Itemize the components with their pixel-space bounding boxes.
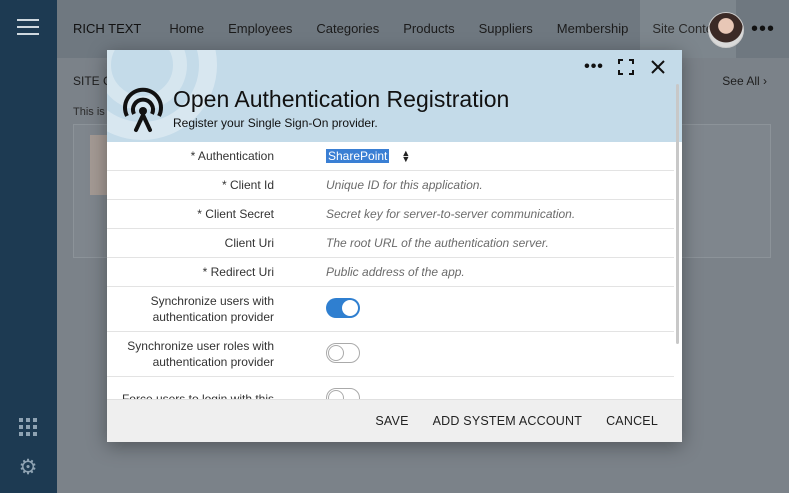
sync-users-toggle[interactable] (326, 297, 360, 318)
more-horizontal-icon[interactable]: ••• (751, 18, 775, 41)
dialog-header: Open Authentication Registration Registe… (107, 50, 682, 142)
form-row-redirect-uri: * Redirect Uri Public address of the app… (107, 258, 674, 287)
sync-users-label: Synchronize users with authentication pr… (150, 294, 274, 324)
redirect-uri-input[interactable]: Public address of the app. (300, 265, 465, 279)
sync-roles-label: Synchronize user roles with authenticati… (127, 339, 274, 369)
left-sidebar: ⚙ (0, 0, 57, 493)
dialog-footer: SAVE ADD SYSTEM ACCOUNT CANCEL (107, 399, 682, 442)
client-id-input[interactable]: Unique ID for this application. (300, 178, 483, 192)
add-system-account-button[interactable]: ADD SYSTEM ACCOUNT (421, 414, 594, 428)
user-avatar[interactable] (708, 12, 744, 48)
form-row-force-login: Force users to login with this (107, 377, 674, 400)
chevron-right-icon: › (763, 74, 767, 88)
form-row-client-id: * Client Id Unique ID for this applicati… (107, 171, 674, 200)
sync-roles-toggle[interactable] (326, 342, 360, 363)
client-secret-label: * Client Secret (197, 207, 274, 221)
authentication-selected-value: SharePoint (326, 149, 390, 163)
cancel-button[interactable]: CANCEL (594, 414, 670, 428)
redirect-uri-label: * Redirect Uri (202, 265, 274, 279)
client-secret-input[interactable]: Secret key for server-to-server communic… (300, 207, 575, 221)
see-all-link[interactable]: See All › (722, 74, 767, 88)
client-uri-input[interactable]: The root URL of the authentication serve… (300, 236, 549, 250)
client-id-label: * Client Id (221, 178, 274, 192)
form-row-client-uri: Client Uri The root URL of the authentic… (107, 229, 674, 258)
dialog-subtitle: Register your Single Sign-On provider. (173, 116, 378, 130)
authentication-label: * Authentication (190, 149, 274, 163)
select-arrows-icon: ▲ ▼ (401, 148, 411, 164)
more-options-icon[interactable]: ••• (583, 56, 605, 78)
dialog-title: Open Authentication Registration (173, 86, 510, 112)
hamburger-menu-icon[interactable] (17, 19, 39, 37)
form-row-authentication: * Authentication SharePoint ▲ ▼ (107, 142, 674, 171)
client-uri-label: Client Uri (224, 236, 274, 250)
section-description: This is (73, 106, 105, 118)
form-row-client-secret: * Client Secret Secret key for server-to… (107, 200, 674, 229)
see-all-label: See All (722, 74, 760, 88)
apps-grid-icon[interactable] (19, 418, 37, 436)
dialog-form: * Authentication SharePoint ▲ ▼ * Client … (107, 142, 674, 400)
gear-icon[interactable]: ⚙ (17, 457, 39, 479)
form-row-sync-users: Synchronize users with authentication pr… (107, 287, 674, 332)
oauth-registration-dialog: Open Authentication Registration Registe… (107, 50, 682, 442)
fullscreen-icon[interactable] (615, 56, 637, 78)
broadcast-signal-icon (123, 87, 163, 132)
save-button[interactable]: SAVE (363, 414, 420, 428)
close-icon[interactable] (647, 56, 669, 78)
form-row-sync-roles: Synchronize user roles with authenticati… (107, 332, 674, 377)
authentication-select[interactable]: SharePoint ▲ ▼ (326, 148, 411, 164)
dialog-scrollbar[interactable] (676, 84, 679, 344)
